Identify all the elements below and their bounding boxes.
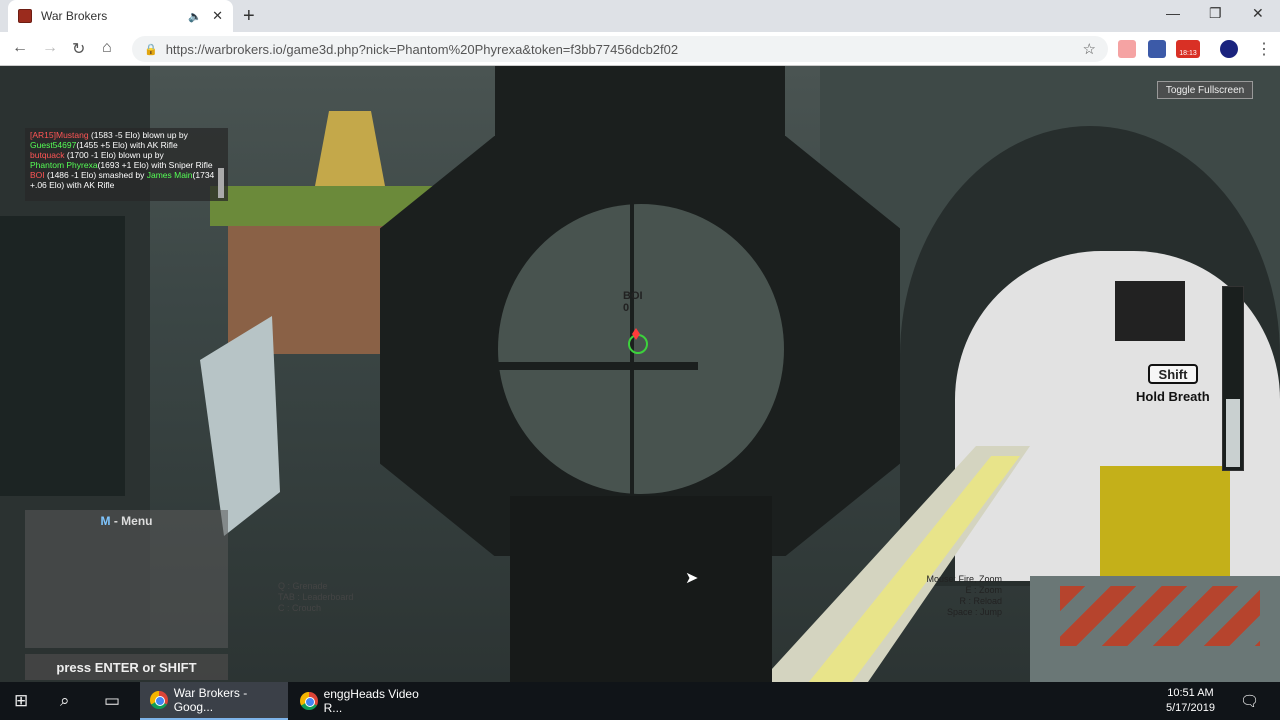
game-canvas[interactable]: BOI 0 [AR15]Mustang (1583 -5 Elo) blown u… [0, 66, 1280, 682]
system-clock[interactable]: 10:51 AM 5/17/2019 [1166, 686, 1215, 716]
close-icon[interactable]: ✕ [212, 8, 223, 24]
kill-feed-line: BOI (1486 -1 Elo) smashed by James Main(… [30, 170, 223, 190]
taskbar-app-war-brokers[interactable]: War Brokers - Goog... [140, 682, 288, 720]
yellow-generator [1100, 466, 1230, 576]
kill-feed-player: [AR15]Mustang [30, 130, 89, 140]
kill-feed-text: (1486 -1 Elo) smashed by [44, 170, 147, 180]
clock-date: 5/17/2019 [1166, 702, 1215, 714]
enemy-rifle [498, 362, 698, 370]
kill-feed-text: (1455 +5 Elo) with AK Rifle [76, 140, 178, 150]
kill-feed-line: [AR15]Mustang (1583 -5 Elo) blown up by [30, 130, 223, 140]
kill-feed-line: butquack (1700 -1 Elo) blown up by [30, 150, 223, 160]
kill-feed-scrollbar[interactable] [218, 168, 224, 198]
toggle-fullscreen-button[interactable]: Toggle Fullscreen [1157, 81, 1253, 99]
chrome-icon [150, 691, 168, 709]
taskbar: ⊞ ⌕ ▭ War Brokers - Goog... enggHeads Vi… [0, 682, 1280, 720]
extension-recorder-badge[interactable]: 18:13 [1176, 40, 1200, 58]
menu-label: M - Menu [100, 514, 153, 528]
home-icon[interactable]: ⌂ [102, 39, 112, 57]
chrome-icon [300, 692, 318, 710]
reload-icon[interactable]: ↻ [72, 39, 85, 59]
war-brokers-favicon-icon [18, 9, 32, 23]
chat-enter-prompt[interactable]: press ENTER or SHIFT [25, 654, 228, 680]
shift-key-badge: Shift [1148, 364, 1198, 384]
kill-feed-player: butquack [30, 150, 65, 160]
back-icon[interactable]: ← [12, 39, 28, 57]
kill-feed-text: (1693 +1 Elo) with Sniper Rifle [97, 160, 213, 170]
kill-feed-player: BOI [30, 170, 45, 180]
breath-meter-fill [1226, 398, 1240, 467]
breath-meter [1222, 286, 1244, 471]
chevron-stripes [1060, 586, 1260, 646]
kill-feed-line: Guest54697(1455 +5 Elo) with AK Rifle [30, 140, 223, 150]
notification-icon[interactable]: 🗨 [1240, 692, 1259, 710]
url-text: https://warbrokers.io/game3d.php?nick=Ph… [165, 41, 679, 57]
floodlight [1115, 281, 1185, 341]
minimize-icon[interactable]: — [1166, 5, 1180, 21]
profile-avatar[interactable] [1220, 40, 1238, 58]
control-hint-line: E : Zoom [965, 585, 1002, 595]
star-icon[interactable]: ☆ [1083, 40, 1096, 58]
control-hint-line: Q : Grenade [278, 581, 328, 591]
clock-time: 10:51 AM [1167, 687, 1214, 699]
mouse-cursor-icon: ➤ [685, 570, 699, 587]
lock-icon: 🔒 [144, 43, 158, 56]
forward-icon[interactable]: → [42, 39, 58, 57]
kill-feed-line: Phantom Phyrexa(1693 +1 Elo) with Sniper… [30, 160, 223, 170]
extension-screen-icon[interactable] [1148, 40, 1166, 58]
restore-icon[interactable]: ❐ [1209, 5, 1222, 22]
control-hint-line: Mouse: Fire, Zoom [926, 574, 1002, 584]
hold-breath-label: Hold Breath [1136, 389, 1210, 404]
extension-red-arrow-icon[interactable] [1118, 40, 1136, 58]
bookshelf [0, 216, 125, 496]
address-bar[interactable]: 🔒 https://warbrokers.io/game3d.php?nick=… [132, 36, 1108, 62]
control-hint-line: R : Reload [959, 596, 1002, 606]
taskbar-app-label: War Brokers - Goog... [173, 686, 248, 714]
menu-panel[interactable]: M - Menu [25, 510, 228, 648]
browser-toolbar: ← → ↻ ⌂ 🔒 https://warbrokers.io/game3d.p… [0, 32, 1280, 66]
tab-strip: War Brokers 🔈 ✕ + — ❐ ✕ [0, 0, 1280, 32]
control-hint-line: C : Crouch [278, 603, 322, 613]
menu-dots-icon[interactable]: ⋮ [1256, 39, 1272, 59]
tab-title: War Brokers [41, 9, 108, 23]
white-figure [200, 316, 280, 536]
kill-feed-text: (1700 -1 Elo) blown up by [64, 150, 164, 160]
search-icon[interactable]: ⌕ [60, 691, 70, 711]
controls-hint-right: Mouse: Fire, Zoom E : Zoom R : Reload Space… [900, 574, 1002, 618]
enemy-name-tag: BOI 0 [623, 290, 643, 314]
kill-feed-player: Guest54697 [30, 140, 77, 150]
control-hint-line: TAB : Leaderboard [278, 592, 354, 602]
kill-feed-player: James Main [146, 170, 193, 180]
control-hint-line: Space : Jump [946, 607, 1002, 617]
controls-hint-left: Q : Grenade TAB : Leaderboard C : Crouch [278, 581, 353, 614]
kill-feed: [AR15]Mustang (1583 -5 Elo) blown up by G… [25, 128, 228, 201]
kill-feed-player: Phantom Phyrexa [30, 160, 98, 170]
window-close-icon[interactable]: ✕ [1252, 5, 1264, 22]
taskbar-app-label: enggHeads Video R... [323, 687, 419, 715]
taskbar-app-engghead[interactable]: enggHeads Video R... [290, 682, 438, 720]
sombrero-top [315, 111, 385, 186]
scope-top [495, 66, 785, 146]
new-tab-button[interactable]: + [243, 5, 255, 28]
task-view-icon[interactable]: ▭ [104, 691, 120, 711]
kill-feed-text: (1583 -5 Elo) blown up by [88, 130, 188, 140]
windows-start-icon[interactable]: ⊞ [14, 691, 28, 711]
tab-war-brokers[interactable]: War Brokers 🔈 ✕ [8, 0, 233, 32]
speaker-icon[interactable]: 🔈 [188, 10, 202, 23]
rifle-stock [510, 496, 772, 682]
